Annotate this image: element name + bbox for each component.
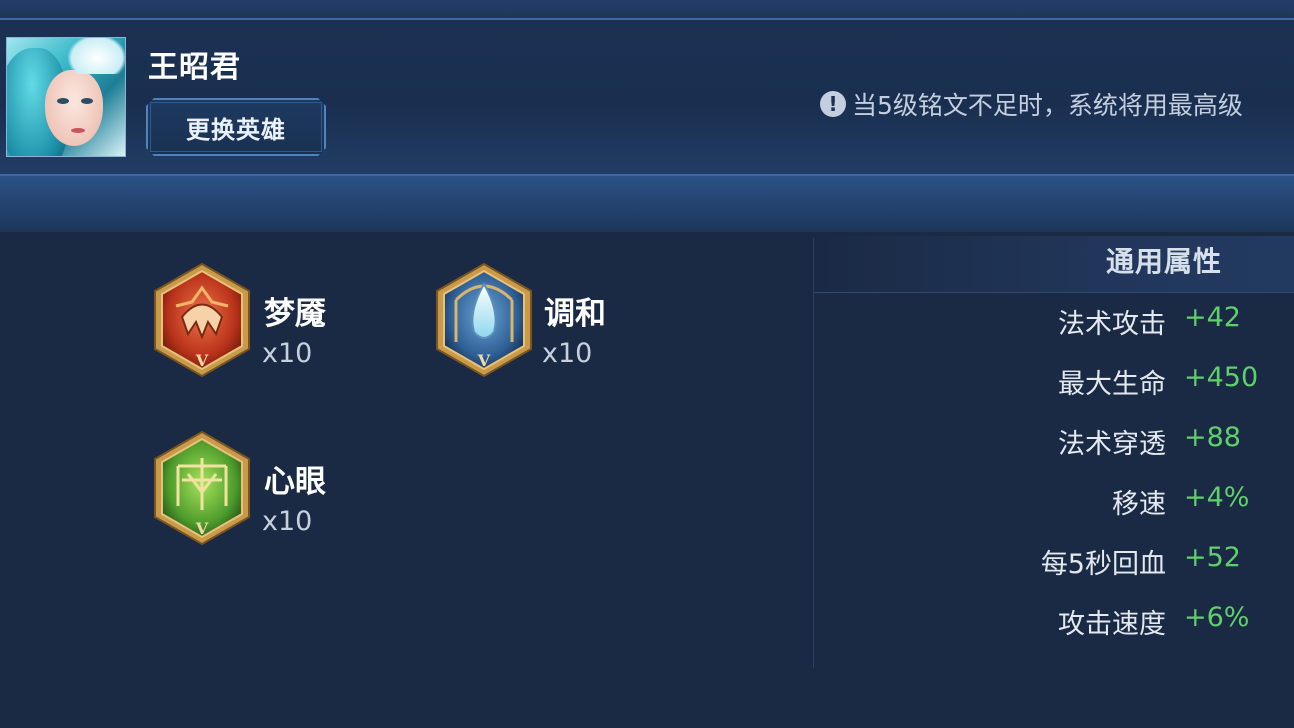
svg-text:V: V [195,351,209,370]
exclamation-icon: ! [820,91,846,117]
rune-name: 梦魇 [264,296,326,332]
stats-title: 通用属性 [1106,245,1223,278]
stat-value: +6% [1184,602,1250,633]
top-strip [0,0,1294,20]
change-hero-button[interactable]: 更换英雄 [146,98,326,156]
green-rune-icon: V [154,430,250,546]
stat-label: 每5秒回血 [1040,549,1166,580]
section-band [0,176,1294,232]
rune-count: x10 [542,338,593,369]
red-rune-icon: V [154,262,250,378]
stat-label: 移速 [1112,489,1166,520]
svg-text:V: V [195,519,209,538]
blue-rune-icon: V [436,262,532,378]
stat-label: 法术穿透 [1058,429,1166,460]
stat-label: 攻击速度 [1058,609,1166,640]
rune-notice: ! 当5级铭文不足时，系统将用最高级 [820,84,1294,124]
svg-text:V: V [477,351,491,370]
stat-label: 法术攻击 [1058,309,1166,340]
hero-avatar[interactable] [6,37,126,157]
panel-divider [813,238,814,668]
rune-count: x10 [262,506,313,537]
hero-name: 王昭君 [148,50,241,85]
stat-value: +450 [1184,362,1259,393]
stat-value: +42 [1184,302,1241,333]
stat-value: +52 [1184,542,1241,573]
rune-name: 调和 [544,296,606,332]
stat-value: +88 [1184,422,1241,453]
rune-count: x10 [262,338,313,369]
stat-value: +4% [1184,482,1250,513]
stat-label: 最大生命 [1058,369,1166,400]
rune-name: 心眼 [264,464,326,500]
rune-item[interactable]: V 调和 x10 [434,262,634,382]
notice-text: 当5级铭文不足时，系统将用最高级 [852,91,1243,120]
rune-item[interactable]: V 梦魇 x10 [152,262,352,382]
rune-item[interactable]: V 心眼 x10 [152,430,352,550]
hero-header: 王昭君 更换英雄 ! 当5级铭文不足时，系统将用最高级 [0,20,1294,176]
